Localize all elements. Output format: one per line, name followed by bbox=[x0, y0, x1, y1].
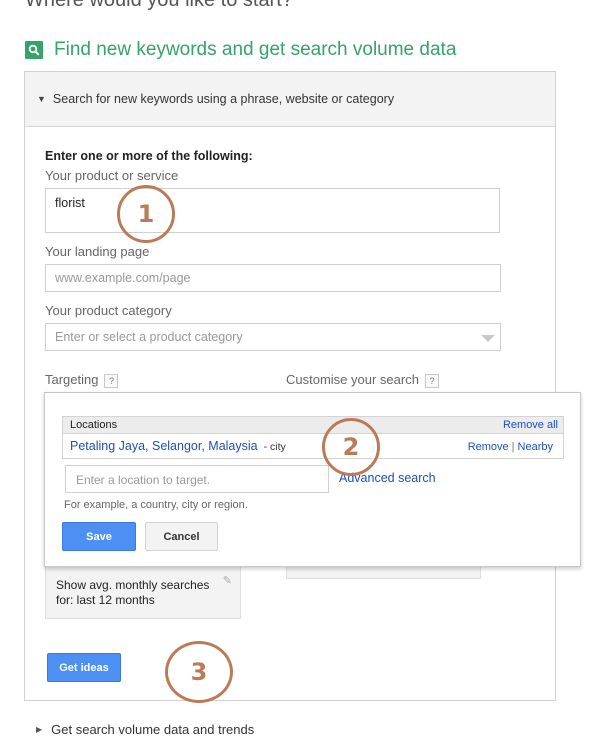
search-volume-section-toggle[interactable]: ▶ Get search volume data and trends bbox=[36, 722, 254, 737]
page-heading: Where would you like to start? bbox=[25, 0, 293, 11]
locations-table-header: Locations Remove all bbox=[63, 417, 563, 434]
location-row: Petaling Jaya, Selangor, Malaysia - city … bbox=[63, 434, 563, 458]
customise-label: Customise your search? bbox=[286, 372, 439, 388]
location-entry: Petaling Jaya, Selangor, Malaysia - city bbox=[70, 439, 286, 453]
remove-location-link[interactable]: Remove bbox=[468, 441, 509, 453]
location-hint: For example, a country, city or region. bbox=[64, 499, 248, 511]
pencil-edit-icon[interactable]: ✎ bbox=[223, 574, 232, 589]
location-type: - city bbox=[263, 441, 286, 453]
customise-label-text: Customise your search bbox=[286, 372, 419, 387]
save-button[interactable]: Save bbox=[62, 522, 136, 551]
cancel-button[interactable]: Cancel bbox=[145, 522, 218, 551]
targeting-label: Targeting? bbox=[45, 372, 119, 388]
section-title-text: Find new keywords and get search volume … bbox=[54, 39, 457, 60]
location-name-link[interactable]: Petaling Jaya, Selangor, Malaysia bbox=[70, 439, 258, 453]
search-icon bbox=[25, 41, 43, 59]
nearby-link[interactable]: Nearby bbox=[518, 441, 553, 453]
product-category-placeholder: Enter or select a product category bbox=[55, 330, 243, 344]
panel-header-toggle[interactable]: ▼ Search for new keywords using a phrase… bbox=[25, 72, 555, 127]
separator: | bbox=[511, 441, 515, 453]
remove-all-link[interactable]: Remove all bbox=[503, 419, 558, 431]
location-actions: Remove | Nearby bbox=[468, 439, 553, 453]
search-volume-section-label: Get search volume data and trends bbox=[51, 722, 255, 737]
panel-header-text: Search for new keywords using a phrase, … bbox=[52, 92, 395, 106]
date-range-box[interactable]: Show avg. monthly searches for: last 12 … bbox=[45, 565, 241, 619]
product-category-label: Your product category bbox=[45, 303, 172, 318]
caret-down-icon: ▼ bbox=[37, 94, 46, 104]
landing-page-label: Your landing page bbox=[45, 244, 150, 259]
location-input-placeholder: Enter a location to target. bbox=[76, 473, 211, 487]
product-label: Your product or service bbox=[45, 168, 179, 183]
annotation-circle-3: 3 bbox=[165, 641, 233, 703]
landing-page-placeholder: www.example.com/page bbox=[55, 271, 191, 285]
targeting-label-text: Targeting bbox=[45, 372, 99, 387]
intro-label: Enter one or more of the following: bbox=[45, 149, 253, 163]
annotation-circle-2: 2 bbox=[322, 418, 380, 476]
get-ideas-button[interactable]: Get ideas bbox=[47, 653, 121, 682]
dropdown-arrow-icon[interactable] bbox=[481, 335, 495, 342]
product-category-select[interactable]: Enter or select a product category bbox=[45, 323, 501, 351]
caret-right-icon: ▶ bbox=[36, 725, 43, 734]
annotation-circle-1: 1 bbox=[117, 185, 175, 243]
avg-searches-line2: for: last 12 months bbox=[56, 593, 155, 607]
product-input-value: florist bbox=[55, 196, 85, 210]
avg-searches-line1: Show avg. monthly searches bbox=[56, 578, 210, 592]
product-input[interactable]: florist bbox=[45, 188, 500, 233]
section-title: Find new keywords and get search volume … bbox=[25, 38, 456, 62]
help-icon[interactable]: ? bbox=[104, 373, 119, 388]
help-icon[interactable]: ? bbox=[424, 373, 439, 388]
location-input[interactable]: Enter a location to target. bbox=[65, 465, 329, 493]
locations-table: Locations Remove all Petaling Jaya, Sela… bbox=[62, 416, 564, 459]
landing-page-input[interactable]: www.example.com/page bbox=[45, 264, 501, 292]
locations-header-label: Locations bbox=[70, 419, 118, 431]
